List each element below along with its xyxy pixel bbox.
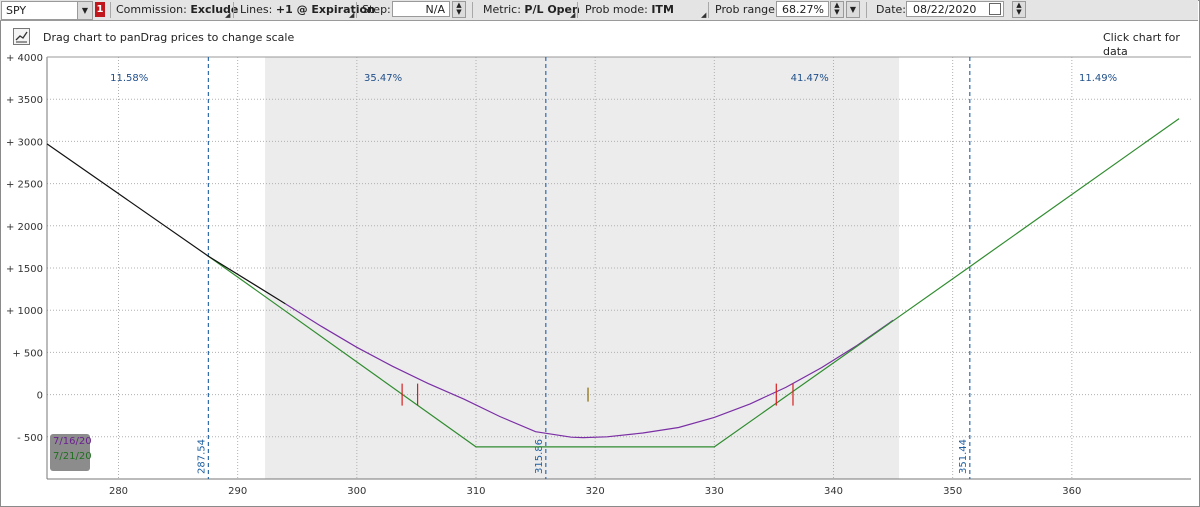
probability-line-label: 315.86 [534, 439, 545, 474]
x-tick-label: 320 [586, 486, 605, 497]
risk-profile-chart[interactable]: - 500 0 + 500 + 1000 + 1500 + 2000 + 2500 + 300… [0, 0, 1200, 507]
probability-label: 35.47% [364, 73, 402, 84]
probability-label: 11.49% [1079, 73, 1117, 84]
probability-line-label: 287.54 [196, 439, 207, 474]
x-tick-label: 290 [228, 486, 247, 497]
series-line [46, 143, 286, 305]
x-tick-label: 310 [466, 486, 485, 497]
y-tick-label: + 1000 [6, 306, 43, 317]
x-tick-label: 350 [943, 486, 962, 497]
y-tick-label: 0 [37, 391, 43, 402]
y-tick-label: - 500 [17, 433, 43, 444]
y-tick-label: + 1500 [6, 264, 43, 275]
y-tick-label: + 3500 [6, 95, 43, 106]
y-tick-label: + 2500 [6, 180, 43, 191]
x-tick-label: 360 [1062, 486, 1081, 497]
legend-item-purple: 7/16/20 [53, 436, 92, 447]
x-tick-label: 330 [705, 486, 724, 497]
x-tick-label: 340 [824, 486, 843, 497]
legend: 7/16/20 7/21/20 [50, 434, 92, 471]
probability-label: 41.47% [791, 73, 829, 84]
x-tick-label: 280 [109, 486, 128, 497]
probability-line-label: 351.44 [958, 439, 969, 474]
x-tick-label: 300 [347, 486, 366, 497]
y-tick-label: + 4000 [6, 53, 43, 64]
y-tick-label: + 500 [12, 348, 43, 359]
probability-label: 11.58% [110, 73, 148, 84]
y-tick-label: + 2000 [6, 222, 43, 233]
legend-item-green: 7/21/20 [53, 451, 92, 462]
y-tick-label: + 3000 [6, 137, 43, 148]
